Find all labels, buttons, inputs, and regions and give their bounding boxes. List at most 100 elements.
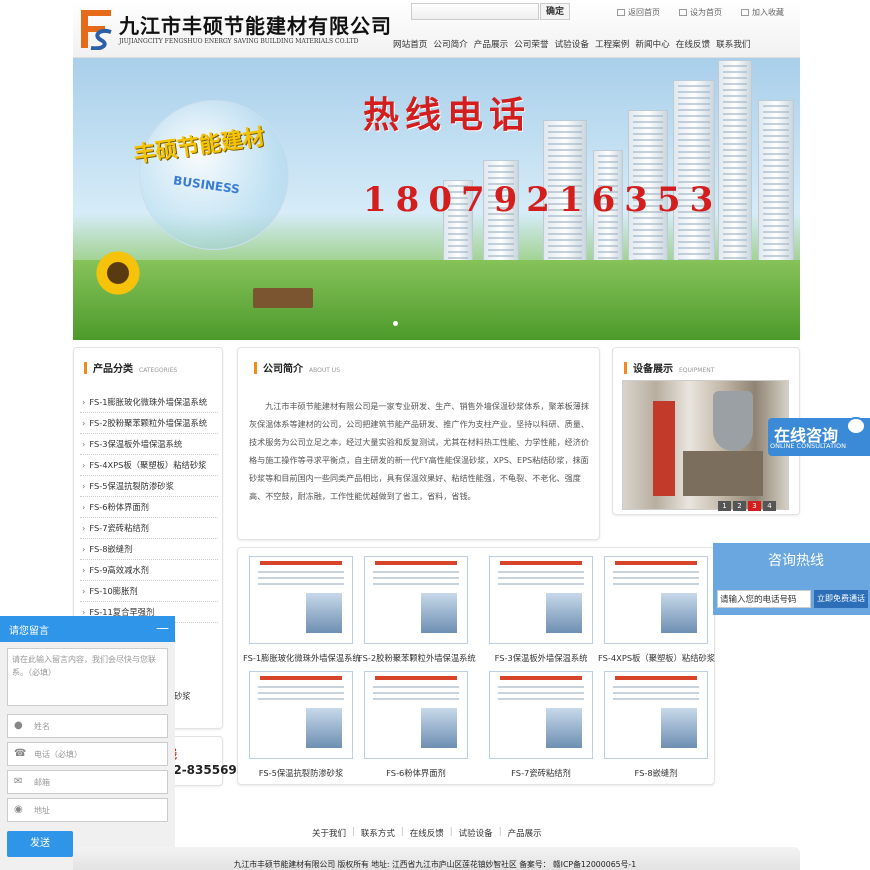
gallery-thumbnail[interactable] — [364, 671, 468, 759]
chat-bubble-icon[interactable] — [846, 417, 866, 435]
address-field[interactable]: ◉ 地址 — [7, 798, 168, 822]
nav-item-home[interactable]: 网站首页 — [393, 38, 427, 54]
category-item[interactable]: FS-9高效减水剂 — [80, 560, 218, 581]
about-title-en: ABOUT US — [309, 367, 341, 374]
gallery-thumbnail[interactable] — [249, 556, 353, 644]
category-item[interactable]: FS-10膨胀剂 — [80, 581, 218, 602]
set-homepage-label: 设为首页 — [690, 8, 722, 17]
grass-image — [73, 260, 800, 340]
category-item[interactable]: FS-3保温板外墙保温系统 — [80, 434, 218, 455]
gallery-item[interactable]: FS-2胶粉聚苯颗粒外墙保温系统 — [358, 556, 476, 664]
back-home-link[interactable]: 返回首页 — [617, 7, 660, 18]
sunflower-image — [93, 248, 143, 298]
gallery-item[interactable]: FS-8嵌缝剂 — [598, 671, 714, 779]
gallery-caption[interactable]: FS-3保温板外墙保温系统 — [483, 652, 599, 664]
category-item[interactable]: FS-2胶粉聚苯颗粒外墙保温系统 — [80, 413, 218, 434]
building-image — [673, 80, 715, 270]
gallery-caption[interactable]: FS-5保温抗裂防渗砂浆 — [243, 767, 359, 779]
equipment-page-4[interactable]: 4 — [763, 501, 776, 511]
banner-pager-dot[interactable] — [393, 321, 398, 326]
equipment-title-text: 设备展示 — [633, 364, 673, 375]
message-textarea[interactable]: 请在此输入留言内容，我们会尽快与您联系。（必填） — [7, 648, 168, 706]
nav-item-honors[interactable]: 公司荣誉 — [514, 38, 548, 54]
free-call-button[interactable]: 立即免费通话 — [814, 590, 868, 608]
gallery-thumbnail[interactable] — [489, 671, 593, 759]
gallery-item[interactable]: FS-1膨胀玻化微珠外墙保温系统 — [243, 556, 361, 664]
banner-phone-number: 18079216353 — [363, 180, 723, 220]
email-field[interactable]: ✉ 邮箱 — [7, 770, 168, 794]
logo-icon[interactable] — [77, 6, 115, 50]
name-placeholder: 姓名 — [34, 722, 50, 731]
equipment-page-3[interactable]: 3 — [748, 501, 761, 511]
category-item[interactable]: FS-1膨胀玻化微珠外墙保温系统 — [80, 392, 218, 413]
nav-item-products[interactable]: 产品展示 — [474, 38, 508, 54]
nav-item-news[interactable]: 新闻中心 — [635, 38, 669, 54]
title-accent-bar — [624, 362, 627, 374]
category-item-partial[interactable]: 砂浆 — [174, 690, 191, 702]
add-favorite-label: 加入收藏 — [752, 8, 784, 17]
footer-link-contact[interactable]: 联系方式 — [361, 827, 395, 839]
nav-item-equipment[interactable]: 试验设备 — [555, 38, 589, 54]
nav-item-feedback[interactable]: 在线反馈 — [676, 38, 710, 54]
search-input[interactable] — [411, 3, 539, 20]
gallery-thumbnail[interactable] — [604, 671, 708, 759]
send-button[interactable]: 发送 — [7, 831, 73, 857]
footer-link-products[interactable]: 产品展示 — [508, 827, 542, 839]
minimize-icon[interactable]: — — [156, 621, 169, 636]
about-text: 九江市丰硕节能建材有限公司是一家专业研发、生产、销售外墙保温砂浆体系，聚苯板薄抹… — [249, 401, 589, 501]
category-item[interactable]: FS-7瓷砖粘结剂 — [80, 518, 218, 539]
nav-item-about[interactable]: 公司简介 — [433, 38, 467, 54]
gallery-thumbnail[interactable] — [604, 556, 708, 644]
phone-field[interactable]: ☎ 电话（必填） — [7, 742, 168, 766]
gallery-caption[interactable]: FS-2胶粉聚苯颗粒外墙保温系统 — [358, 652, 476, 664]
banner[interactable]: 丰硕节能建材 BUSINESS 热线电话 18079216353 — [73, 58, 800, 340]
main-nav: 网站首页 公司简介 产品展示 公司荣誉 试验设备 工程案例 新闻中心 在线反馈 … — [393, 38, 793, 54]
equipment-page-2[interactable]: 2 — [733, 501, 746, 511]
building-image — [758, 100, 794, 270]
footer-separator: | — [449, 827, 453, 837]
header: 九江市丰硕节能建材有限公司 JIUJIANGCITY FENGSHUO ENER… — [73, 0, 800, 58]
gallery-caption[interactable]: FS-7瓷砖粘结剂 — [483, 767, 599, 779]
side-hotline-number: 92-8355698 — [165, 763, 246, 777]
equipment-panel-title: 设备展示 EQUIPMENT — [624, 360, 714, 375]
title-accent-bar — [254, 362, 257, 374]
equipment-page-1[interactable]: 1 — [718, 501, 731, 511]
category-item[interactable]: FS-6粉体界面剂 — [80, 497, 218, 518]
category-item[interactable]: FS-4XPS板（聚塑板）粘结砂浆 — [80, 455, 218, 476]
online-consult-label-en[interactable]: ONLINE CONSULTATION — [770, 442, 846, 450]
gallery-thumbnail[interactable] — [489, 556, 593, 644]
nav-item-cases[interactable]: 工程案例 — [595, 38, 629, 54]
back-home-label: 返回首页 — [628, 8, 660, 17]
message-panel-title: 请您留言 — [9, 626, 49, 637]
equipment-photo[interactable] — [622, 380, 789, 510]
gallery-thumbnail[interactable] — [364, 556, 468, 644]
category-item[interactable]: FS-5保温抗裂防渗砂浆 — [80, 476, 218, 497]
confirm-button[interactable]: 确定 — [540, 3, 570, 20]
address-placeholder: 地址 — [34, 806, 50, 815]
footer-link-equipment[interactable]: 试验设备 — [459, 827, 493, 839]
gallery-thumbnail[interactable] — [249, 671, 353, 759]
gallery-item[interactable]: FS-3保温板外墙保温系统 — [483, 556, 599, 664]
globe-image — [139, 100, 289, 250]
add-favorite-link[interactable]: 加入收藏 — [741, 7, 784, 18]
set-homepage-link[interactable]: 设为首页 — [679, 7, 722, 18]
footer-separator: | — [498, 827, 502, 837]
footer-link-about[interactable]: 关于我们 — [312, 827, 346, 839]
location-icon: ◉ — [14, 804, 23, 815]
gallery-item[interactable]: FS-6粉体界面剂 — [358, 671, 474, 779]
nav-item-contact[interactable]: 联系我们 — [716, 38, 750, 54]
gallery-item[interactable]: FS-4XPS板（聚塑板）粘结砂浆 — [598, 556, 715, 664]
gallery-item[interactable]: FS-7瓷砖粘结剂 — [483, 671, 599, 779]
gallery-caption[interactable]: FS-4XPS板（聚塑板）粘结砂浆 — [598, 652, 715, 664]
phone-number-input[interactable] — [717, 590, 811, 608]
footer-link-feedback[interactable]: 在线反馈 — [410, 827, 444, 839]
gallery-caption[interactable]: FS-6粉体界面剂 — [358, 767, 474, 779]
footer-copyright: 九江市丰硕节能建材有限公司 版权所有 地址: 江西省九江市庐山区莲花镇妙智社区 … — [233, 860, 637, 869]
gallery-caption[interactable]: FS-8嵌缝剂 — [598, 767, 714, 779]
category-item[interactable]: FS-8嵌缝剂 — [80, 539, 218, 560]
footer-links: 关于我们 | 联系方式 | 在线反馈 | 试验设备 | 产品展示 — [312, 827, 572, 839]
gallery-item[interactable]: FS-5保温抗裂防渗砂浆 — [243, 671, 359, 779]
gallery-caption[interactable]: FS-1膨胀玻化微珠外墙保温系统 — [243, 652, 361, 664]
mail-icon: ✉ — [14, 776, 23, 787]
name-field[interactable]: ● 姓名 — [7, 714, 168, 738]
